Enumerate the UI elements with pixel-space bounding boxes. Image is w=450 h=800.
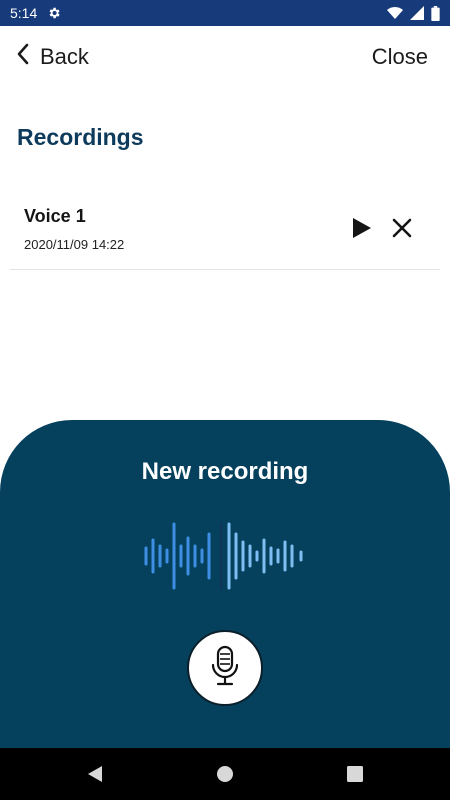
new-recording-title: New recording <box>141 458 309 485</box>
status-bar: 5:14 <box>0 0 450 26</box>
top-nav: Back Close <box>0 26 450 88</box>
waveform-icon <box>144 522 303 590</box>
chevron-left-icon <box>16 43 30 71</box>
section-title: Recordings <box>17 124 144 150</box>
system-nav-bar <box>0 748 450 800</box>
settings-icon <box>47 6 61 20</box>
battery-icon <box>431 5 440 21</box>
status-time: 5:14 <box>10 5 38 21</box>
back-triangle-icon[interactable] <box>86 764 104 789</box>
recents-square-icon[interactable] <box>346 764 364 789</box>
app-screen: 5:14 Back Close Recordings Voice 1 2020/… <box>0 0 450 800</box>
wifi-icon <box>387 6 403 20</box>
status-left: 5:14 <box>10 5 61 21</box>
play-icon[interactable] <box>348 215 374 241</box>
status-right <box>387 5 440 21</box>
record-button[interactable] <box>187 630 263 706</box>
home-circle-icon[interactable] <box>216 764 234 789</box>
back-label: Back <box>40 44 89 69</box>
back-button[interactable]: Back <box>16 43 89 71</box>
microphone-icon <box>208 645 242 692</box>
close-button[interactable]: Close <box>372 44 428 70</box>
recording-item[interactable]: Voice 1 2020/11/09 14:22 <box>10 190 440 270</box>
new-recording-panel: New recording <box>0 420 450 748</box>
recording-name: Voice 1 <box>24 206 86 226</box>
close-icon[interactable] <box>390 216 414 240</box>
signal-icon <box>410 6 424 20</box>
recording-date: 2020/11/09 14:22 <box>24 237 125 252</box>
